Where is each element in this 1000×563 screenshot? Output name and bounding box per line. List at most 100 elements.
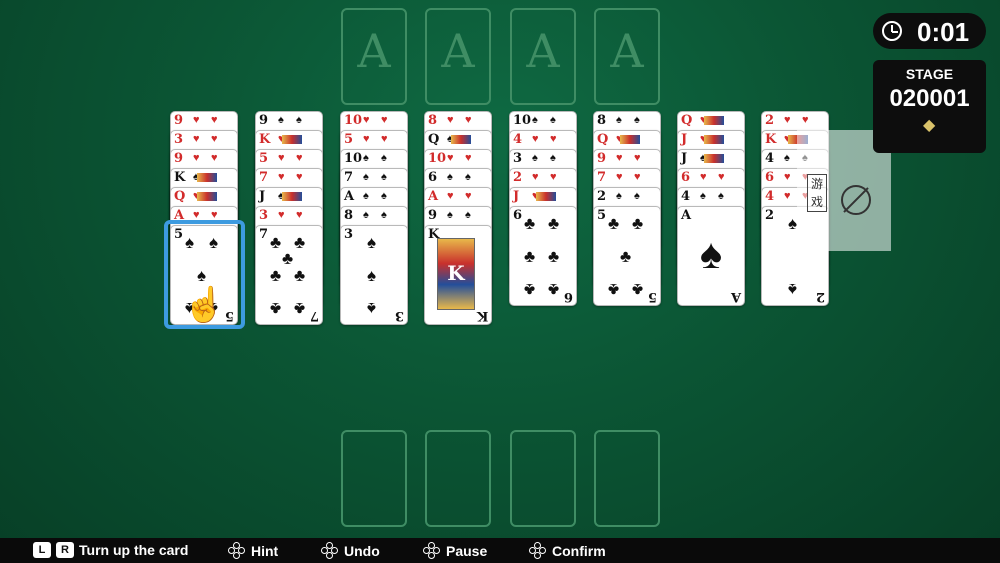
card-rank: 9 [259,113,269,128]
foundation-placeholder-label: A [357,24,391,78]
suit-pip-icon: ♣ [270,233,282,252]
suit-pip-icon: ♠ [465,171,471,183]
card-rank: 9 [597,151,607,166]
card-rank: A [344,189,355,204]
pause-control[interactable]: Pause [423,542,487,560]
face-up-card[interactable]: 6 6 ♣ ♣ ♣ ♣ ♣ ♣ [509,206,577,306]
hint-label: Hint [251,543,279,559]
suit-pip-icon: ♥ [211,133,218,145]
face-up-card[interactable]: 3 3 ♠ ♠ ♠ [340,225,408,325]
suit-pip-icon: ♠ [788,280,798,299]
suit-pip-icon: ♥ [465,190,472,202]
stage-panel: STAGE 020001 ◆ [873,60,986,153]
card-rank: 2 [597,189,607,204]
card-rank: 3 [259,208,269,223]
card-rank: 10 [513,113,532,128]
suit-pip-icon: ♥ [532,133,539,145]
free-cell-3[interactable] [510,430,576,527]
suit-pip-icon: ♥ [363,114,370,126]
foundation-placeholder-label: A [610,24,644,78]
suit-pip-icon: ♠ [532,114,538,126]
foundation-slot-4[interactable]: A [594,8,660,105]
face-up-card[interactable]: 5 5 ♣ ♣ ♣ ♣ ♣ [593,206,661,306]
suit-pip-icon: ♠ [718,190,724,202]
card-rank-bottom: 5 [647,289,657,304]
hint-control[interactable]: Hint [228,542,278,560]
suit-pip-icon: ♠ [381,209,387,221]
card-rank: Q [681,113,693,128]
suit-pip-icon: ♥ [550,133,557,145]
suit-pip-icon: ♠ [550,114,556,126]
turn-up-card-label: Turn up the card [79,542,189,558]
control-hint-bar: L R Turn up the card Hint Undo Pause Con… [0,538,1000,563]
suit-pip-icon: ♥ [616,152,623,164]
suit-pip-icon: ♣ [620,247,632,266]
face-up-card[interactable]: KKK [424,225,492,325]
card-rank: 7 [259,227,269,242]
suit-pip-icon: ♥ [550,171,557,183]
foundation-slot-3[interactable]: A [510,8,576,105]
undo-control[interactable]: Undo [321,542,380,560]
suit-pip-icon: ♥ [296,152,303,164]
suit-pip-icon: ♣ [270,266,282,285]
free-cell-4[interactable] [594,430,660,527]
suit-pip-icon: ♥ [278,209,285,221]
court-art-icon [536,192,556,201]
suit-pip-icon: ♣ [632,214,644,233]
suit-pip-icon: ♠ [616,114,622,126]
suit-pip-icon: ♠ [550,152,556,164]
suit-pip-icon: ♣ [524,247,536,266]
face-up-card[interactable]: 7 7 ♣ ♣ ♣ ♣ ♣ ♣ ♣ [255,225,323,325]
free-cell-1[interactable] [341,430,407,527]
timer-panel: 0:01 [873,13,986,49]
face-up-card[interactable]: A A ♠ [677,206,745,306]
suit-pip-icon: ♠ [363,171,369,183]
suit-pip-icon: ♥ [296,171,303,183]
card-rank: 4 [765,189,775,204]
card-rank-bottom: 7 [309,308,319,323]
card-rank-bottom: A [730,289,741,304]
card-rank-bottom: 3 [394,308,404,323]
suit-pip-icon: ♠ [381,171,387,183]
card-rank: 7 [597,170,607,185]
suit-pip-icon: ♥ [718,171,725,183]
card-rank: 6 [765,170,775,185]
card-rank: 8 [428,113,438,128]
foundation-slot-2[interactable]: A [425,8,491,105]
dpad-icon [423,542,441,560]
diamond-icon: ◆ [923,117,936,134]
card-rank: 8 [344,208,354,223]
card-rank: 5 [597,208,607,223]
foundation-slot-1[interactable]: A [341,8,407,105]
suit-pip-icon: ♣ [632,280,644,299]
suit-pip-icon: ♠ [634,114,640,126]
suit-pip-icon: ♣ [294,299,306,318]
pause-label: Pause [446,543,488,559]
suit-pip-icon: ♥ [278,152,285,164]
suit-pip-icon: ♣ [294,233,306,252]
card-rank: 5 [344,132,354,147]
turn-up-card-hint[interactable]: L R Turn up the card [33,542,188,558]
suit-pip-icon: ♣ [548,247,560,266]
card-rank: Q [428,132,440,147]
suit-pip-icon: ♥ [465,114,472,126]
confirm-control[interactable]: Confirm [529,542,606,560]
stage-label: STAGE [905,66,954,82]
suit-pip-icon: ♥ [784,171,791,183]
court-art-icon [704,116,724,125]
free-cell-2[interactable] [425,430,491,527]
court-art-icon [704,154,724,163]
suit-pip-icon: ♥ [700,171,707,183]
l-button-icon: L [33,542,51,558]
suit-pip-icon: ♠ [278,114,284,126]
suit-pip-icon: ♠ [381,152,387,164]
card-rank: 9 [428,208,438,223]
suit-pip-icon: ♥ [278,171,285,183]
suit-pip-icon: ♥ [447,152,454,164]
suit-pip-icon: ♥ [211,114,218,126]
suit-pip-icon: ♠ [363,190,369,202]
card-rank: J [681,151,688,166]
suit-pip-icon: ♣ [282,249,294,268]
card-rank: K [259,132,271,147]
card-rank: 4 [765,151,775,166]
